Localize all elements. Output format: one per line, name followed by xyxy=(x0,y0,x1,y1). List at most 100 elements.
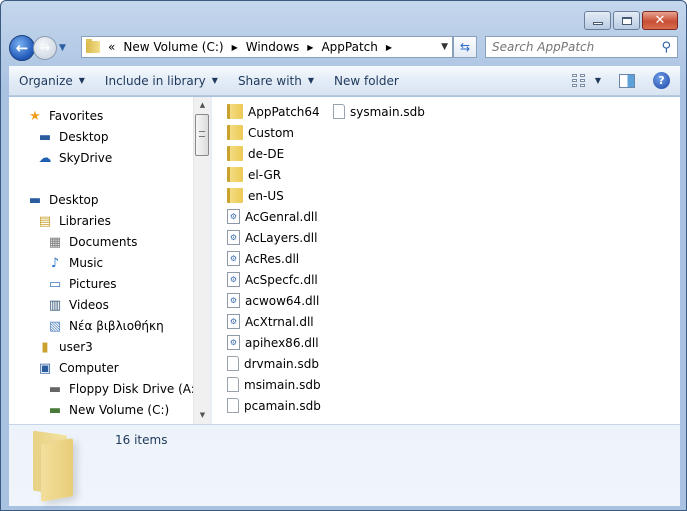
nav-item-label: Music xyxy=(69,256,104,270)
chevron-down-icon: ▼ xyxy=(211,76,218,85)
file-item[interactable]: ⚙ AcLayers.dll xyxy=(227,227,317,248)
file-icon xyxy=(227,398,239,413)
scroll-down-icon[interactable]: ▼ xyxy=(194,407,211,424)
breadcrumb-overflow[interactable]: « xyxy=(108,40,115,54)
file-item[interactable]: AppPatch64 xyxy=(227,101,320,122)
organize-label: Organize xyxy=(19,73,73,88)
navigation-buttons: ← → ▼ xyxy=(9,34,66,62)
scroll-up-icon[interactable]: ▲ xyxy=(194,97,211,114)
nav-item-icon: ▣ xyxy=(38,360,52,376)
organize-button[interactable]: Organize ▼ xyxy=(9,66,95,95)
file-item[interactable]: ⚙ acwow64.dll xyxy=(227,290,319,311)
nav-item-videos[interactable]: ▥ Videos xyxy=(47,295,109,315)
chevron-right-icon[interactable]: ▶ xyxy=(386,43,392,52)
nav-item-[interactable]: ▧ Νέα βιβλιοθήκη xyxy=(47,316,164,336)
nav-item-icon: ★ xyxy=(29,108,41,124)
file-icon xyxy=(227,377,239,392)
nav-item-icon: ▭ xyxy=(48,276,62,292)
chevron-right-icon[interactable]: ▶ xyxy=(307,43,313,52)
file-item[interactable]: ⚙ AcSpecfc.dll xyxy=(227,269,318,290)
file-item[interactable]: ⚙ AcGenral.dll xyxy=(227,206,318,227)
search-input[interactable] xyxy=(492,40,652,54)
chevron-right-icon[interactable]: ▶ xyxy=(232,43,238,52)
file-item[interactable]: msimain.sdb xyxy=(227,374,321,395)
nav-item-music[interactable]: ♪ Music xyxy=(47,253,103,273)
nav-item-floppy-disk-drive-a[interactable]: ▬ Floppy Disk Drive (A:) xyxy=(47,379,200,399)
new-folder-button[interactable]: New folder xyxy=(324,66,409,95)
change-view-button[interactable]: ▼ xyxy=(571,74,601,87)
search-icon[interactable]: ⚲ xyxy=(661,40,671,55)
file-name: de-DE xyxy=(248,146,285,161)
minimize-button[interactable] xyxy=(584,11,611,30)
file-item[interactable]: en-US xyxy=(227,185,284,206)
nav-item-desktop[interactable]: ▬ Desktop xyxy=(27,190,99,210)
nav-item-label: New Volume (C:) xyxy=(69,403,170,417)
dll-file-icon: ⚙ xyxy=(227,314,240,329)
content-area: ★ Favorites ▬ Desktop ☁ SkyDrive ▬ Desktop ▤ Libr… xyxy=(9,97,680,424)
caption-buttons: ✕ xyxy=(584,11,678,30)
nav-item-icon: ▮ xyxy=(41,339,49,355)
file-item[interactable]: ⚙ AcRes.dll xyxy=(227,248,299,269)
nav-item-computer[interactable]: ▣ Computer xyxy=(37,358,119,378)
nav-item-favorites[interactable]: ★ Favorites xyxy=(27,106,103,126)
nav-item-skydrive[interactable]: ☁ SkyDrive xyxy=(37,148,113,168)
nav-item-icon: ☁ xyxy=(38,150,52,166)
file-name: el-GR xyxy=(248,167,282,182)
nav-item-pictures[interactable]: ▭ Pictures xyxy=(47,274,117,294)
file-name: en-US xyxy=(248,188,284,203)
forward-arrow-icon: → xyxy=(39,40,51,56)
help-icon[interactable]: ? xyxy=(653,72,670,89)
file-name: msimain.sdb xyxy=(244,377,321,392)
share-with-button[interactable]: Share with ▼ xyxy=(228,66,324,95)
refresh-button[interactable]: ⇆ xyxy=(453,36,477,58)
folder-icon xyxy=(227,167,243,182)
file-item[interactable]: sysmain.sdb xyxy=(333,101,425,122)
file-name: sysmain.sdb xyxy=(350,104,425,119)
dll-file-icon: ⚙ xyxy=(227,272,240,287)
nav-item-new-volume-c[interactable]: ▬ New Volume (C:) xyxy=(47,400,169,420)
nav-item-label: Floppy Disk Drive (A:) xyxy=(69,382,200,396)
include-in-library-button[interactable]: Include in library ▼ xyxy=(95,66,228,95)
dll-file-icon: ⚙ xyxy=(227,251,240,266)
breadcrumb-new-volume[interactable]: New Volume (C:) xyxy=(123,40,223,54)
close-icon: ✕ xyxy=(654,13,666,28)
breadcrumb-apppatch[interactable]: AppPatch xyxy=(321,40,377,54)
file-item[interactable]: drvmain.sdb xyxy=(227,353,319,374)
nav-item-desktop[interactable]: ▬ Desktop xyxy=(37,127,109,147)
address-dropdown-icon[interactable]: ▼ xyxy=(441,42,448,52)
file-item[interactable]: de-DE xyxy=(227,143,284,164)
scroll-thumb[interactable] xyxy=(195,114,209,156)
file-icon xyxy=(333,104,345,119)
folder-icon xyxy=(33,429,79,502)
file-item[interactable]: el-GR xyxy=(227,164,281,185)
navigation-pane: ★ Favorites ▬ Desktop ☁ SkyDrive ▬ Desktop ▤ Libr… xyxy=(9,97,210,424)
forward-button[interactable]: → xyxy=(33,36,57,60)
file-item[interactable]: pcamain.sdb xyxy=(227,395,321,416)
dll-file-icon: ⚙ xyxy=(227,293,240,308)
nav-item-user3[interactable]: ▮ user3 xyxy=(37,337,92,357)
file-item[interactable]: ⚙ apihex86.dll xyxy=(227,332,319,353)
pane-divider[interactable] xyxy=(210,97,212,424)
nav-item-label: Videos xyxy=(69,298,109,312)
close-button[interactable]: ✕ xyxy=(642,11,678,30)
breadcrumb-windows[interactable]: Windows xyxy=(246,40,300,54)
file-item[interactable]: Custom xyxy=(227,122,294,143)
chevron-down-icon: ▼ xyxy=(307,76,314,85)
address-bar[interactable]: « New Volume (C:) ▶ Windows ▶ AppPatch ▶… xyxy=(81,36,453,58)
folder-icon xyxy=(86,39,100,53)
file-item[interactable]: ⚙ AcXtrnal.dll xyxy=(227,311,314,332)
nav-item-documents[interactable]: ▦ Documents xyxy=(47,232,138,252)
breadcrumb: « New Volume (C:) ▶ Windows ▶ AppPatch ▶ xyxy=(108,40,392,54)
nav-scrollbar[interactable]: ▲ ▼ xyxy=(193,97,210,424)
recent-pages-dropdown[interactable]: ▼ xyxy=(59,43,66,53)
nav-item-icon: ▬ xyxy=(28,192,42,208)
folder-icon xyxy=(227,146,243,161)
back-arrow-icon: ← xyxy=(15,39,29,57)
chevron-down-icon[interactable]: ▼ xyxy=(595,76,601,85)
maximize-button[interactable] xyxy=(613,11,640,30)
file-name: acwow64.dll xyxy=(245,293,320,308)
nav-item-libraries[interactable]: ▤ Libraries xyxy=(37,211,111,231)
back-button[interactable]: ← xyxy=(9,35,35,61)
preview-pane-icon[interactable] xyxy=(619,73,635,88)
nav-item-label: Documents xyxy=(69,235,138,249)
